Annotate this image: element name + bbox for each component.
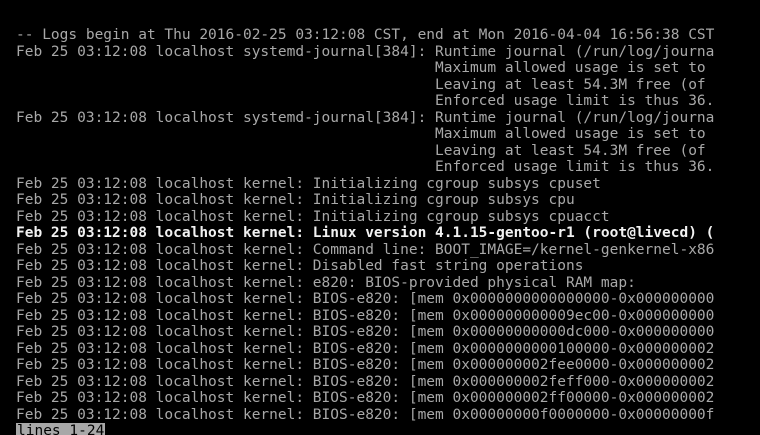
log-line: Feb 25 03:12:08 localhost kernel: BIOS-e… — [0, 357, 760, 374]
log-line-text: Feb 25 03:12:08 localhost kernel: e820: … — [16, 274, 636, 291]
log-line-text: Feb 25 03:12:08 localhost kernel: Initia… — [16, 208, 610, 225]
log-line: Feb 25 03:12:08 localhost kernel: BIOS-e… — [0, 308, 760, 325]
log-line-text: Maximum allowed usage is set to — [16, 126, 706, 142]
log-line-text: Enforced usage limit is thus 36. — [16, 93, 715, 109]
log-line: Feb 25 03:12:08 localhost kernel: BIOS-e… — [0, 407, 760, 424]
log-line-text: Feb 25 03:12:08 localhost kernel: BIOS-e… — [16, 324, 715, 340]
log-line-text: Feb 25 03:12:08 localhost kernel: Initia… — [16, 192, 575, 208]
log-line-text: Feb 25 03:12:08 localhost kernel: Initia… — [16, 175, 601, 192]
log-line: Feb 25 03:12:08 localhost kernel: BIOS-e… — [0, 390, 760, 407]
log-line: Feb 25 03:12:08 localhost systemd-journa… — [0, 44, 760, 61]
log-line-text: Feb 25 03:12:08 localhost systemd-journa… — [16, 109, 715, 126]
log-line-text: Maximum allowed usage is set to — [16, 60, 706, 76]
log-line: Enforced usage limit is thus 36. — [0, 159, 760, 176]
log-line-text: Feb 25 03:12:08 localhost kernel: BIOS-e… — [16, 291, 715, 307]
log-line: Maximum allowed usage is set to — [0, 60, 760, 77]
log-line-text: Feb 25 03:12:08 localhost kernel: Comman… — [16, 241, 715, 258]
log-line-text: Feb 25 03:12:08 localhost kernel: BIOS-e… — [16, 390, 715, 406]
journal-header-text: -- Logs begin at Thu 2016-02-25 03:12:08… — [16, 27, 715, 43]
journal-header-line: -- Logs begin at Thu 2016-02-25 03:12:08… — [0, 27, 760, 44]
log-line: Feb 25 03:12:08 localhost systemd-journa… — [0, 110, 760, 127]
log-line: Feb 25 03:12:08 localhost kernel: BIOS-e… — [0, 341, 760, 358]
log-line-text: Feb 25 03:12:08 localhost kernel: Disabl… — [16, 258, 584, 274]
log-line: Feb 25 03:12:08 localhost kernel: BIOS-e… — [0, 374, 760, 391]
log-line-text: Feb 25 03:12:08 localhost systemd-journa… — [16, 43, 715, 60]
log-line-text: Feb 25 03:12:08 localhost kernel: BIOS-e… — [16, 373, 715, 390]
log-line: Feb 25 03:12:08 localhost kernel: Initia… — [0, 176, 760, 193]
terminal-console[interactable]: -- Logs begin at Thu 2016-02-25 03:12:08… — [0, 0, 760, 435]
log-line: Feb 25 03:12:08 localhost kernel: BIOS-e… — [0, 291, 760, 308]
log-line: Enforced usage limit is thus 36. — [0, 93, 760, 110]
log-line: Leaving at least 54.3M free (of — [0, 77, 760, 94]
log-line-text: Feb 25 03:12:08 localhost kernel: BIOS-e… — [16, 340, 715, 357]
pager-status: lines 1-24 — [16, 423, 106, 435]
log-line: Feb 25 03:12:08 localhost kernel: Linux … — [0, 225, 760, 242]
log-line-text: Leaving at least 54.3M free (of — [16, 76, 706, 93]
log-line: Feb 25 03:12:08 localhost kernel: e820: … — [0, 275, 760, 292]
log-line: Feb 25 03:12:08 localhost kernel: Disabl… — [0, 258, 760, 275]
journal-log-lines: Feb 25 03:12:08 localhost systemd-journa… — [0, 44, 760, 424]
journal-output: -- Logs begin at Thu 2016-02-25 03:12:08… — [0, 27, 760, 423]
log-line: Feb 25 03:12:08 localhost kernel: Comman… — [0, 242, 760, 259]
log-line-text: Enforced usage limit is thus 36. — [16, 159, 715, 175]
log-line-text: Leaving at least 54.3M free (of — [16, 142, 706, 159]
log-line: Maximum allowed usage is set to — [0, 126, 760, 143]
log-line-text: Feb 25 03:12:08 localhost kernel: BIOS-e… — [16, 406, 715, 423]
log-line: Leaving at least 54.3M free (of — [0, 143, 760, 160]
log-line: Feb 25 03:12:08 localhost kernel: BIOS-e… — [0, 324, 760, 341]
log-line-text: Feb 25 03:12:08 localhost kernel: BIOS-e… — [16, 307, 715, 324]
log-line: Feb 25 03:12:08 localhost kernel: Initia… — [0, 209, 760, 226]
log-line: Feb 25 03:12:08 localhost kernel: Initia… — [0, 192, 760, 209]
log-line-text: Feb 25 03:12:08 localhost kernel: BIOS-e… — [16, 357, 715, 373]
log-line-text: Feb 25 03:12:08 localhost kernel: Linux … — [16, 225, 715, 241]
